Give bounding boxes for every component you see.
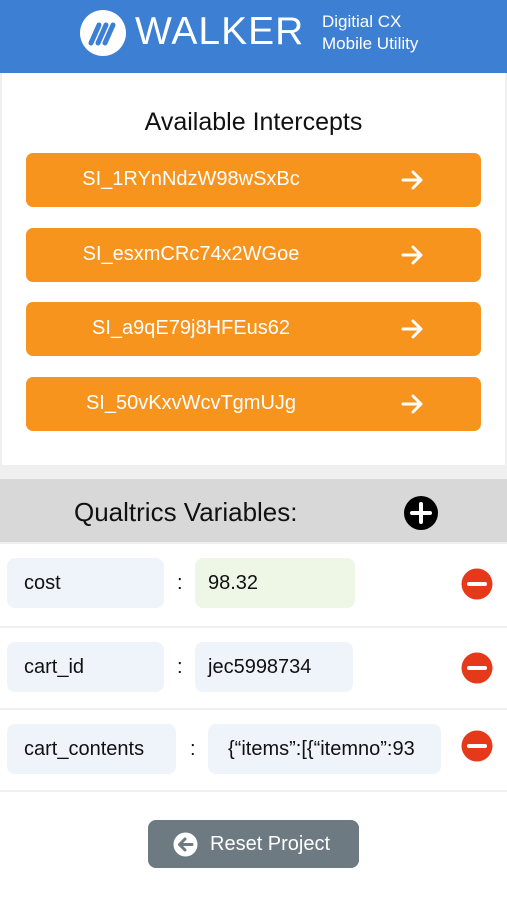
intercepts-title: Available Intercepts: [144, 108, 363, 136]
intercept-label: SI_esxmCRc74x2WGoe: [82, 243, 300, 265]
variables-title: Qualtrics Variables:: [74, 497, 298, 527]
intercept-button[interactable]: SI_50vKxvWcvTgmUJg: [26, 377, 481, 431]
arrow-right-icon: [401, 245, 423, 265]
intercept-button[interactable]: SI_a9qE79j8HFEus62: [26, 302, 481, 356]
app-subtitle: Digitial CX Mobile Utility: [322, 11, 418, 55]
intercept-label: SI_1RYnNdzW98wSxBc: [82, 168, 300, 190]
variable-key[interactable]: cost: [7, 558, 164, 608]
variable-value[interactable]: jec5998734: [195, 642, 353, 692]
walker-logo-icon: [80, 10, 126, 56]
minus-circle-icon[interactable]: [461, 568, 493, 600]
variable-separator: :: [177, 656, 183, 678]
back-arrow-circle-icon: [173, 832, 198, 857]
variable-key[interactable]: cart_id: [7, 642, 164, 692]
variable-key[interactable]: cart_contents: [7, 724, 176, 774]
reset-project-button[interactable]: Reset Project: [148, 820, 359, 868]
minus-circle-icon[interactable]: [461, 652, 493, 684]
arrow-right-icon: [401, 170, 423, 190]
variable-row: cart_id : jec5998734: [0, 628, 507, 708]
subtitle-line-1: Digitial CX: [322, 12, 402, 31]
intercept-button[interactable]: SI_1RYnNdzW98wSxBc: [26, 153, 481, 207]
footer-panel: Reset Project: [0, 792, 507, 900]
app-header: WALKER Digitial CX Mobile Utility: [0, 0, 507, 73]
reset-label: Reset Project: [210, 833, 331, 855]
intercept-label: SI_a9qE79j8HFEus62: [92, 317, 290, 339]
arrow-right-icon: [401, 319, 423, 339]
subtitle-line-2: Mobile Utility: [322, 34, 419, 53]
variable-value[interactable]: 98.32: [195, 558, 355, 608]
plus-circle-icon[interactable]: [403, 495, 439, 531]
variables-header: Qualtrics Variables:: [0, 479, 507, 542]
variable-separator: :: [190, 738, 196, 760]
arrow-right-icon: [401, 394, 423, 414]
variable-separator: :: [177, 572, 183, 594]
variable-value[interactable]: {“items”:[{“itemno”:93: [208, 724, 441, 774]
brand-name: WALKER: [135, 10, 305, 53]
variable-row: cart_contents : {“items”:[{“itemno”:93: [0, 710, 507, 790]
intercept-label: SI_50vKxvWcvTgmUJg: [85, 392, 297, 414]
minus-circle-icon[interactable]: [461, 730, 493, 762]
intercept-button[interactable]: SI_esxmCRc74x2WGoe: [26, 228, 481, 282]
variable-row: cost : 98.32: [0, 544, 507, 626]
